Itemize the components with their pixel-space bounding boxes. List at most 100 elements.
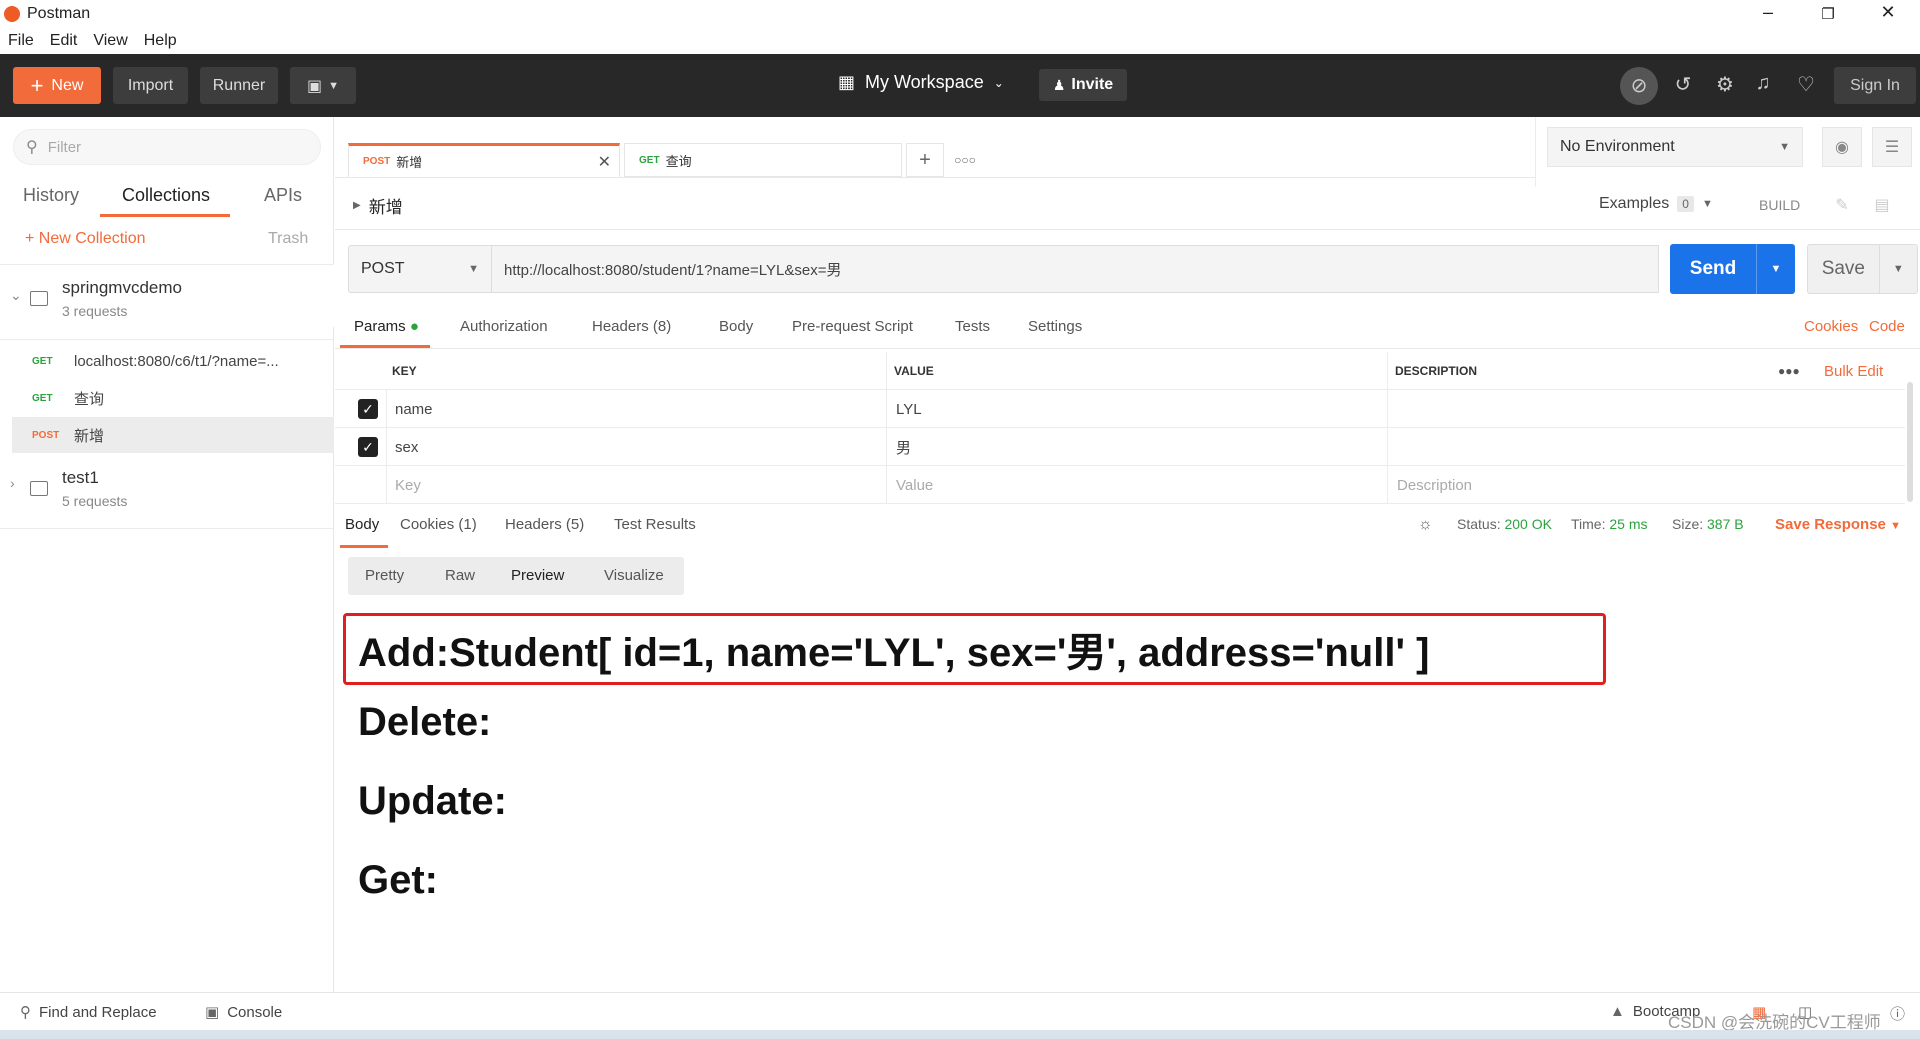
key-input[interactable]: Key	[395, 466, 421, 504]
save-response-button[interactable]: Save Response ▼	[1775, 516, 1901, 533]
menu-file[interactable]: File	[0, 30, 42, 54]
app-title: Postman	[27, 5, 91, 22]
minimize-icon[interactable]: –	[1758, 2, 1778, 23]
environment-select[interactable]: No Environment ▼	[1547, 127, 1803, 167]
description-input[interactable]: Description	[1397, 466, 1472, 504]
scrollbar[interactable]	[1907, 382, 1913, 502]
tab-title: 查询	[665, 153, 692, 169]
heart-icon[interactable]: ♡	[1793, 72, 1819, 97]
menu-help[interactable]: Help	[136, 30, 185, 54]
more-tabs-icon[interactable]: ○○○	[946, 143, 984, 177]
param-value[interactable]: 男	[896, 428, 911, 466]
tab-response-cookies[interactable]: Cookies (1)	[400, 516, 477, 533]
method-select[interactable]: POST ▼	[348, 245, 492, 293]
value-input[interactable]: Value	[896, 466, 933, 504]
menu-view[interactable]: View	[85, 30, 135, 54]
console-button[interactable]: ▣ Console	[205, 1003, 282, 1022]
main-panel: POST 新增 ✕ GET 查询 + ○○○ No Environment ▼ …	[335, 117, 1920, 992]
comment-icon[interactable]: ▤	[1862, 185, 1902, 225]
examples-dropdown[interactable]: Examples 0 ▼	[1599, 195, 1713, 213]
code-link[interactable]: Code	[1869, 318, 1905, 335]
request-tab-active[interactable]: POST 新增 ✕	[348, 143, 620, 177]
view-visualize[interactable]: Visualize	[604, 567, 664, 584]
restore-icon[interactable]: ❐	[1818, 5, 1838, 23]
table-row-new: Key Value Description	[335, 466, 1905, 504]
view-pretty[interactable]: Pretty	[365, 567, 404, 584]
tab-history[interactable]: History	[23, 185, 79, 206]
chevron-right-icon: ▶	[353, 200, 361, 211]
chevron-down-icon[interactable]: ▼	[1880, 263, 1917, 275]
method-badge: GET	[32, 355, 53, 367]
tab-pre-request-script[interactable]: Pre-request Script	[792, 318, 913, 335]
sidebar-request-item[interactable]: GET 查询	[12, 380, 334, 416]
close-window-icon[interactable]: ✕	[1878, 2, 1898, 23]
sign-in-button[interactable]: Sign In	[1834, 67, 1916, 104]
sidebar-tabs: History Collections APIs	[0, 185, 334, 223]
menu-edit[interactable]: Edit	[42, 30, 86, 54]
param-checkbox[interactable]: ✓	[358, 428, 378, 466]
globe-icon[interactable]: ☼	[1418, 516, 1433, 534]
tab-authorization[interactable]: Authorization	[460, 318, 548, 335]
request-tab[interactable]: GET 查询	[624, 143, 902, 177]
param-key[interactable]: name	[395, 390, 433, 428]
new-collection-button[interactable]: + New Collection	[25, 230, 146, 248]
runner-button[interactable]: Runner	[200, 67, 278, 104]
graduation-cap-icon: ▲	[1610, 1003, 1625, 1020]
workspace-selector[interactable]: ▦ My Workspace ⌄	[838, 72, 1004, 93]
collection-springmvcdemo[interactable]: ⌄ springmvcdemo 3 requests	[0, 265, 334, 327]
divider	[0, 339, 334, 340]
bell-icon[interactable]: ♫	[1750, 72, 1776, 95]
view-raw[interactable]: Raw	[445, 567, 475, 584]
send-button[interactable]: Send ▼	[1670, 244, 1795, 294]
check-icon: ✓	[358, 399, 378, 419]
request-name[interactable]: ▶ 新增	[353, 193, 403, 218]
add-tab-button[interactable]: +	[906, 143, 944, 177]
new-button[interactable]: + New	[13, 67, 101, 104]
url-input[interactable]: http://localhost:8080/student/1?name=LYL…	[491, 245, 1659, 293]
close-tab-icon[interactable]: ✕	[598, 152, 611, 172]
response-line-add: Add:Student[ id=1, name='LYL', sex='男', …	[358, 631, 1430, 675]
help-icon[interactable]: ⓘ	[1890, 1003, 1905, 1024]
satellite-icon[interactable]: ↺	[1670, 72, 1696, 97]
collection-test1[interactable]: › test1 5 requests	[0, 455, 334, 517]
more-options-icon[interactable]: ●●●	[1778, 352, 1800, 390]
tab-response-body[interactable]: Body	[345, 516, 379, 533]
find-replace-button[interactable]: ⚲ Find and Replace	[20, 1003, 157, 1022]
examples-count-badge: 0	[1677, 196, 1694, 212]
tab-test-results[interactable]: Test Results	[614, 516, 696, 533]
trash-link[interactable]: Trash	[268, 230, 308, 248]
filter-input[interactable]: ⚲ Filter	[13, 129, 321, 165]
chevron-down-icon[interactable]: ⌄	[10, 287, 22, 304]
sliders-icon[interactable]: ☰	[1872, 127, 1912, 167]
eye-icon[interactable]: ◉	[1822, 127, 1862, 167]
bulk-edit-link[interactable]: Bulk Edit	[1824, 352, 1883, 390]
sidebar-request-item-selected[interactable]: POST 新增	[12, 417, 334, 453]
tab-tests[interactable]: Tests	[955, 318, 990, 335]
check-icon: ✓	[358, 437, 378, 457]
tab-settings[interactable]: Settings	[1028, 318, 1082, 335]
param-value[interactable]: LYL	[896, 390, 922, 428]
chevron-down-icon: ▼	[468, 263, 479, 275]
tab-collections[interactable]: Collections	[122, 185, 210, 206]
sync-off-icon[interactable]: ⊘	[1620, 67, 1658, 105]
chevron-right-icon[interactable]: ›	[10, 475, 15, 491]
save-button[interactable]: Save ▼	[1807, 244, 1918, 294]
divider	[335, 229, 1920, 230]
view-preview[interactable]: Preview	[511, 567, 564, 584]
param-checkbox[interactable]: ✓	[358, 390, 378, 428]
new-window-button[interactable]: ▣ ▼	[290, 67, 356, 104]
tab-response-headers[interactable]: Headers (5)	[505, 516, 584, 533]
param-key[interactable]: sex	[395, 428, 418, 466]
import-button[interactable]: Import	[113, 67, 188, 104]
invite-button[interactable]: ♟ Invite	[1039, 69, 1127, 101]
tab-params[interactable]: Params ●	[354, 318, 419, 335]
tab-apis[interactable]: APIs	[264, 185, 302, 206]
tab-body[interactable]: Body	[719, 318, 753, 335]
chevron-down-icon[interactable]: ▼	[1757, 263, 1795, 275]
edit-icon[interactable]: ✎	[1822, 185, 1862, 225]
settings-icon[interactable]: ⚙	[1712, 72, 1738, 97]
tab-headers[interactable]: Headers (8)	[592, 318, 671, 335]
add-user-icon: ♟	[1052, 76, 1066, 93]
sidebar-request-item[interactable]: GET localhost:8080/c6/t1/?name=...	[12, 343, 334, 379]
cookies-link[interactable]: Cookies	[1804, 318, 1858, 335]
